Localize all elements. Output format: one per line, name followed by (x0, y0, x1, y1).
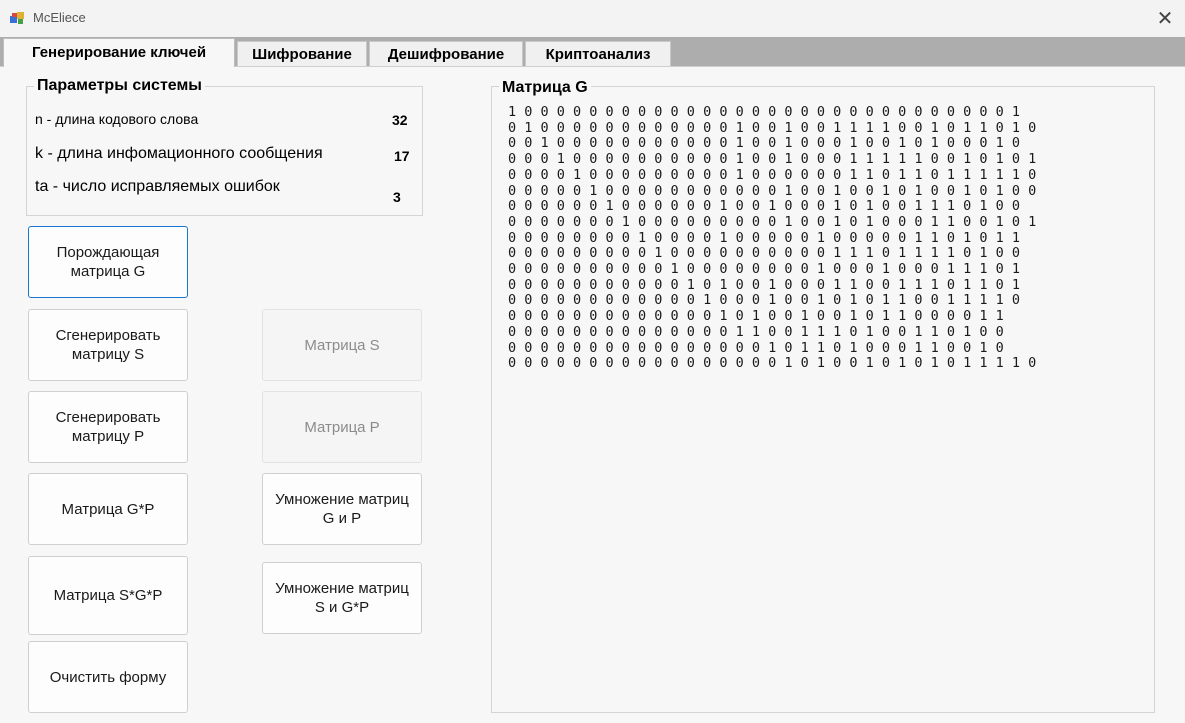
matrix-s-button[interactable]: Матрица S (262, 309, 422, 381)
matrix-row: 0 0 1 0 0 0 0 0 0 0 0 0 0 0 1 0 0 1 0 0 … (508, 135, 1021, 152)
matrix-row: 0 0 0 0 0 0 0 0 1 0 0 0 0 1 0 0 0 0 0 1 … (508, 229, 1021, 246)
matrix-row: 0 0 0 0 0 0 0 0 0 1 0 0 0 0 0 0 0 0 0 0 … (508, 245, 1021, 262)
matrix-row: 0 0 0 0 0 0 0 0 0 0 0 1 0 1 0 0 1 0 0 0 … (508, 276, 1021, 293)
matrix-g-title: Матрица G (499, 79, 591, 97)
matrix-row: 0 0 0 0 0 0 0 0 0 0 1 0 0 0 0 0 0 0 0 1 … (508, 261, 1021, 278)
generate-matrix-p-button[interactable]: Сгенерировать матрицу P (28, 391, 188, 463)
system-params-title: Параметры системы (34, 77, 205, 95)
matrix-row: 0 0 0 0 0 0 0 0 0 0 0 0 0 0 0 0 0 1 0 1 … (508, 355, 1037, 372)
tab-key-generation[interactable]: Генерирование ключей (3, 38, 235, 67)
tab-decryption[interactable]: Дешифрование (369, 41, 523, 66)
title-bar: McEliece ✕ (0, 0, 1185, 37)
close-icon[interactable]: ✕ (1150, 4, 1180, 32)
matrix-gp-button[interactable]: Матрица G*P (28, 473, 188, 545)
matrix-g-output: 1 0 0 0 0 0 0 0 0 0 0 0 0 0 0 0 0 0 0 0 … (508, 104, 1148, 372)
param-n-label: n - длина кодового слова (35, 111, 199, 127)
matrix-row: 0 0 0 0 0 0 0 0 0 0 0 0 0 0 1 1 0 0 1 1 … (508, 323, 1004, 340)
matrix-row: 0 0 0 0 0 1 0 0 0 0 0 0 0 0 0 0 0 1 0 0 … (508, 182, 1037, 199)
matrix-sgp-button[interactable]: Матрица S*G*P (28, 556, 188, 635)
app-icon (10, 12, 24, 24)
multiply-s-gp-button[interactable]: Умножение матриц S и G*P (262, 562, 422, 634)
tab-encryption[interactable]: Шифрование (237, 41, 367, 66)
tab-cryptanalysis[interactable]: Криптоанализ (525, 41, 671, 66)
matrix-row: 0 0 0 0 0 0 0 1 0 0 0 0 0 0 0 0 0 1 0 0 … (508, 213, 1037, 230)
param-k-label: k - длина инфомационного сообщения (35, 145, 323, 162)
matrix-row: 0 0 0 0 0 0 0 0 0 0 0 0 0 0 0 0 1 0 1 1 … (508, 339, 1004, 356)
param-t-label: ta - число исправляемых ошибок (35, 178, 280, 195)
param-t-value: 3 (393, 189, 401, 205)
matrix-row: 0 1 0 0 0 0 0 0 0 0 0 0 0 0 1 0 0 1 0 0 … (508, 119, 1037, 136)
matrix-row: 0 0 0 0 1 0 0 0 0 0 0 0 0 0 1 0 0 0 0 0 … (508, 166, 1037, 183)
window-title: McEliece (33, 10, 86, 25)
multiply-g-p-button[interactable]: Умножение матриц G и P (262, 473, 422, 545)
generate-matrix-s-button[interactable]: Сгенерировать матрицу S (28, 309, 188, 381)
param-n-value: 32 (392, 112, 408, 128)
clear-form-button[interactable]: Очистить форму (28, 641, 188, 713)
generator-matrix-g-button[interactable]: Порождающая матрица G (28, 226, 188, 298)
matrix-row: 0 0 0 0 0 0 1 0 0 0 0 0 0 1 0 0 1 0 0 0 … (508, 198, 1021, 215)
matrix-row: 0 0 0 0 0 0 0 0 0 0 0 0 0 1 0 1 0 0 1 0 … (508, 308, 1004, 325)
matrix-row: 0 0 0 1 0 0 0 0 0 0 0 0 0 0 1 0 0 1 0 0 … (508, 151, 1037, 168)
param-k-value: 17 (394, 148, 410, 164)
matrix-row: 0 0 0 0 0 0 0 0 0 0 0 0 1 0 0 0 1 0 0 1 … (508, 292, 1021, 309)
matrix-row: 1 0 0 0 0 0 0 0 0 0 0 0 0 0 0 0 0 0 0 0 … (508, 104, 1021, 120)
matrix-p-button[interactable]: Матрица P (262, 391, 422, 463)
